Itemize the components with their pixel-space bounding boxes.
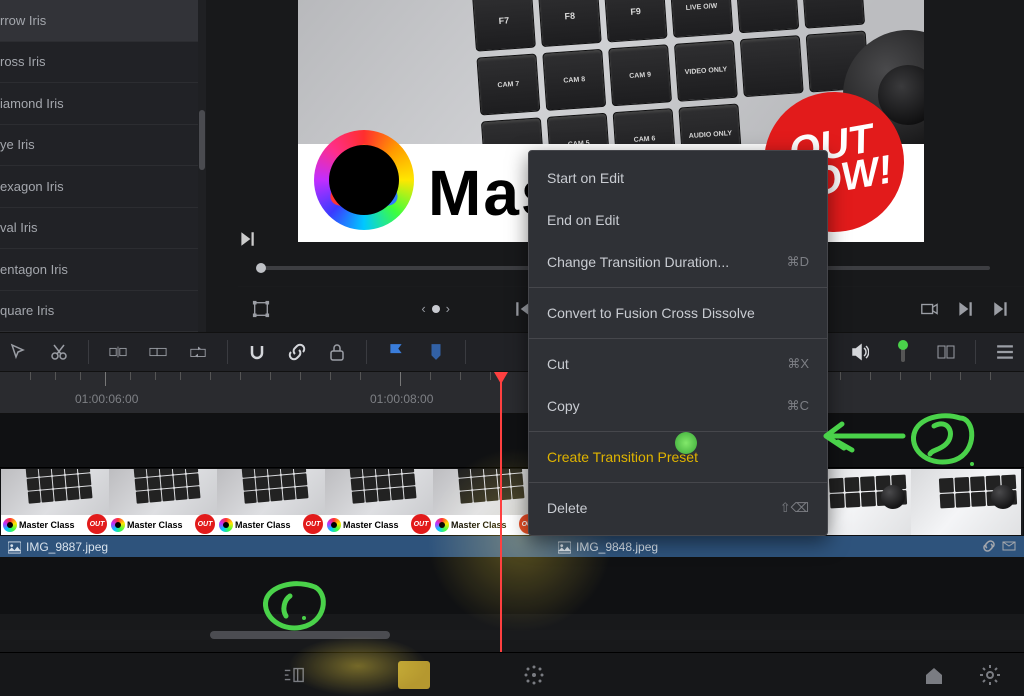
kb-key: F7 [472, 0, 536, 52]
context-menu-item[interactable]: Start on Edit [529, 157, 827, 199]
effects-panel: rrow Iris ross Iris iamond Iris ye Iris … [0, 0, 200, 332]
marker-icon[interactable] [425, 345, 447, 359]
edit-toolbar [0, 332, 1024, 372]
context-menu-item[interactable]: Delete⇧⌫ [529, 487, 827, 529]
fusion-page-icon[interactable] [520, 661, 548, 689]
overwrite-icon[interactable] [147, 339, 169, 365]
kb-key: CAM 8 [542, 49, 606, 111]
kb-key [740, 35, 804, 97]
effect-item[interactable]: ross Iris [0, 42, 200, 84]
play-next-icon[interactable] [238, 230, 260, 252]
effects-scrollbar[interactable] [198, 0, 206, 332]
speaker-icon[interactable] [849, 339, 871, 365]
context-menu-item[interactable]: Change Transition Duration...⌘D [529, 241, 827, 283]
kb-key: F8 [538, 0, 602, 47]
next-icon[interactable] [952, 296, 978, 322]
effect-item[interactable]: val Iris [0, 208, 200, 250]
resolve-logo-icon [314, 130, 414, 230]
ruler-label: 01:00:06:00 [75, 392, 138, 406]
settings-icon[interactable] [976, 661, 1004, 689]
clip-link-icons[interactable] [982, 539, 1016, 553]
context-menu-item[interactable]: Convert to Fusion Cross Dissolve [529, 292, 827, 334]
dual-view-icon[interactable] [935, 339, 957, 365]
context-menu-item[interactable]: Copy⌘C [529, 385, 827, 427]
cursor-dot [675, 432, 697, 454]
effect-item[interactable]: iamond Iris [0, 83, 200, 125]
context-menu-item[interactable]: Cut⌘X [529, 343, 827, 385]
effect-item[interactable]: exagon Iris [0, 166, 200, 208]
replace-icon[interactable] [187, 339, 209, 365]
timeline-ruler[interactable]: 01:00:06:00 01:00:08:00 [0, 372, 1024, 414]
clip-label-b[interactable]: IMG_9848.jpeg [552, 536, 664, 558]
ruler-label: 01:00:08:00 [370, 392, 433, 406]
kb-key: CAM 9 [608, 44, 672, 106]
context-menu-item[interactable]: End on Edit [529, 199, 827, 241]
image-icon [558, 541, 571, 554]
kb-key: CAM 7 [476, 53, 540, 115]
home-icon[interactable] [920, 661, 948, 689]
cut-page-icon[interactable] [280, 661, 308, 689]
blank-panel [206, 0, 238, 225]
page-nav [0, 652, 1024, 696]
effect-item[interactable]: ye Iris [0, 125, 200, 167]
kb-key: VIDEO ONLY [674, 40, 738, 102]
lock-icon[interactable] [326, 339, 348, 365]
edit-page-icon[interactable] [398, 661, 430, 689]
image-icon [8, 541, 21, 554]
timeline[interactable]: 01:00:06:00 01:00:08:00 Master ClassOUT … [0, 372, 1024, 652]
effect-item[interactable]: quare Iris [0, 291, 200, 333]
transform-icon[interactable] [248, 296, 274, 322]
compare-nav[interactable]: ‹› [421, 301, 450, 316]
kb-key [735, 0, 799, 33]
last-frame-icon[interactable] [988, 296, 1014, 322]
kb-key [801, 0, 865, 29]
menu-icon[interactable] [994, 339, 1016, 365]
kb-key: F9 [604, 0, 668, 42]
link-icon[interactable] [286, 339, 308, 365]
kb-key: LIVE O/W [670, 0, 734, 38]
clip-label-row: IMG_9887.jpeg IMG_9848.jpeg [0, 536, 1024, 558]
razor-tool-icon[interactable] [48, 339, 70, 365]
clip-label-a[interactable]: IMG_9887.jpeg [2, 536, 114, 558]
volume-slider[interactable] [889, 340, 917, 364]
flag-icon[interactable] [385, 345, 407, 359]
timeline-scrollbar[interactable] [0, 630, 1024, 640]
effect-item[interactable]: rrow Iris [0, 0, 200, 42]
effect-item[interactable]: entagon Iris [0, 249, 200, 291]
clip-a[interactable]: Master ClassOUT Master ClassOUT Master C… [0, 468, 555, 536]
timeline-playhead[interactable] [500, 372, 502, 652]
loop-icon[interactable] [916, 296, 942, 322]
insert-icon[interactable] [107, 339, 129, 365]
video-track[interactable]: Master ClassOUT Master ClassOUT Master C… [0, 468, 1024, 536]
selection-tool-icon[interactable] [8, 339, 30, 365]
context-menu: Start on EditEnd on EditChange Transitio… [528, 150, 828, 536]
snap-icon[interactable] [246, 339, 268, 365]
